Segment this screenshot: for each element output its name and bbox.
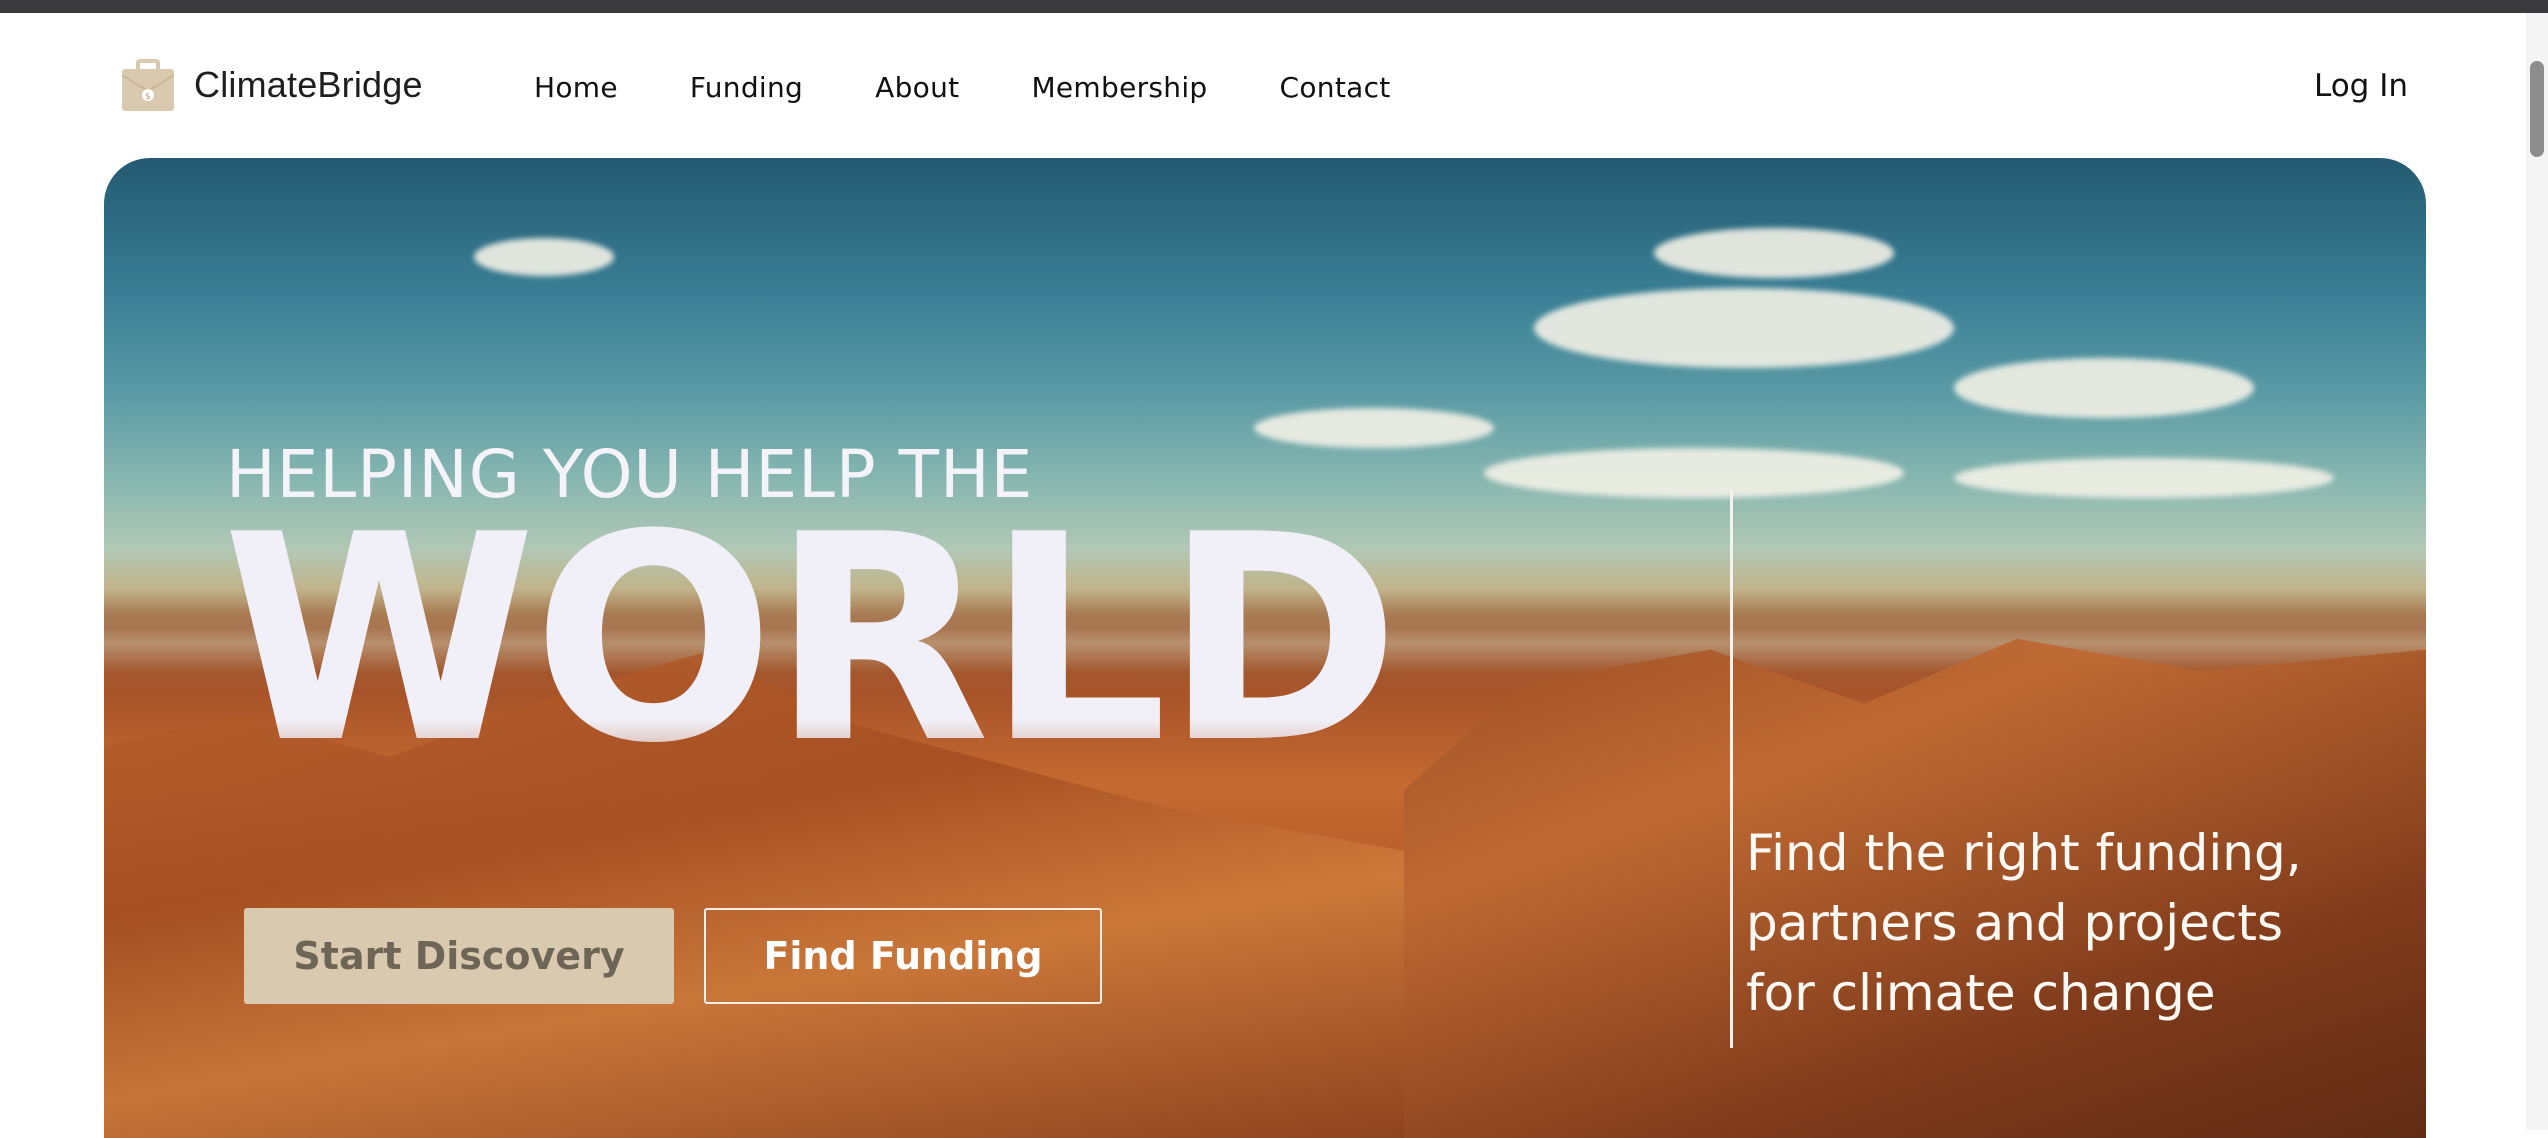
hero-cloud [1534,288,1954,368]
briefcase-dollar-icon: $ [118,55,178,115]
brand-name: ClimateBridge [194,64,423,105]
hero-cloud [1954,358,2254,418]
start-discovery-button[interactable]: Start Discovery [244,908,674,1004]
login-link[interactable]: Log In [2314,68,2408,104]
brand-logo[interactable]: $ ClimateBridge [118,55,423,115]
top-navigation: $ ClimateBridge Home Funding About Membe… [0,13,2526,158]
hero-cloud [1484,448,1904,498]
hero-cloud [1654,228,1894,278]
scrollbar[interactable] [2526,13,2548,1130]
nav-item-home[interactable]: Home [534,71,618,104]
hero-cloud [474,238,614,276]
nav-item-funding[interactable]: Funding [690,71,803,104]
browser-top-bar [0,0,2548,13]
scrollbar-thumb[interactable] [2530,61,2544,157]
main-menu: Home Funding About Membership Contact [534,71,1391,104]
nav-item-contact[interactable]: Contact [1280,71,1391,104]
hero-banner: HELPING YOU HELP THE WORLD Start Discove… [104,158,2426,1138]
svg-text:$: $ [145,92,151,102]
hero-divider [1730,490,1733,1048]
nav-item-about[interactable]: About [875,71,959,104]
find-funding-button[interactable]: Find Funding [704,908,1102,1004]
hero-cloud [1254,408,1494,448]
nav-item-membership[interactable]: Membership [1031,71,1207,104]
hero-headline: WORLD [222,474,1400,806]
hero-description: Find the right funding, partners and pro… [1746,824,2302,1022]
hero-cloud [1954,458,2334,498]
